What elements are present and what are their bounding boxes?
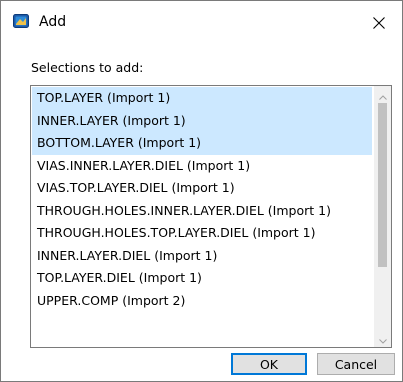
list-item[interactable]: UPPER.COMP (Import 2) xyxy=(32,290,372,313)
title-bar[interactable]: Add xyxy=(1,1,402,45)
list-item[interactable]: TOP.LAYER (Import 1) xyxy=(32,87,372,110)
list-item[interactable]: THROUGH.HOLES.INNER.LAYER.DIEL (Import 1… xyxy=(32,200,372,223)
close-icon xyxy=(373,17,385,29)
close-button[interactable] xyxy=(356,1,402,45)
cancel-button[interactable]: Cancel xyxy=(317,353,395,375)
chevron-down-icon xyxy=(378,329,387,347)
window-title: Add xyxy=(39,14,67,30)
vertical-scrollbar[interactable] xyxy=(374,86,391,347)
scroll-thumb[interactable] xyxy=(378,103,387,267)
list-item[interactable]: VIAS.TOP.LAYER.DIEL (Import 1) xyxy=(32,177,372,200)
list-item[interactable]: VIAS.INNER.LAYER.DIEL (Import 1) xyxy=(32,155,372,178)
app-dialog-icon xyxy=(13,13,29,29)
list-item[interactable]: THROUGH.HOLES.TOP.LAYER.DIEL (Import 1) xyxy=(32,222,372,245)
selections-label: Selections to add: xyxy=(31,60,144,75)
scroll-up-button[interactable] xyxy=(374,86,391,103)
add-dialog: Add Selections to add: TOP.LAYER (Import… xyxy=(0,0,403,382)
selections-listbox[interactable]: TOP.LAYER (Import 1) INNER.LAYER (Import … xyxy=(30,85,392,348)
chevron-up-icon xyxy=(378,86,387,104)
scroll-down-button[interactable] xyxy=(374,330,391,347)
selections-list[interactable]: TOP.LAYER (Import 1) INNER.LAYER (Import … xyxy=(32,87,372,312)
list-item[interactable]: BOTTOM.LAYER (Import 1) xyxy=(32,132,372,155)
ok-button[interactable]: OK xyxy=(231,353,307,375)
list-item[interactable]: INNER.LAYER.DIEL (Import 1) xyxy=(32,245,372,268)
list-item[interactable]: TOP.LAYER.DIEL (Import 1) xyxy=(32,267,372,290)
list-item[interactable]: INNER.LAYER (Import 1) xyxy=(32,109,372,132)
